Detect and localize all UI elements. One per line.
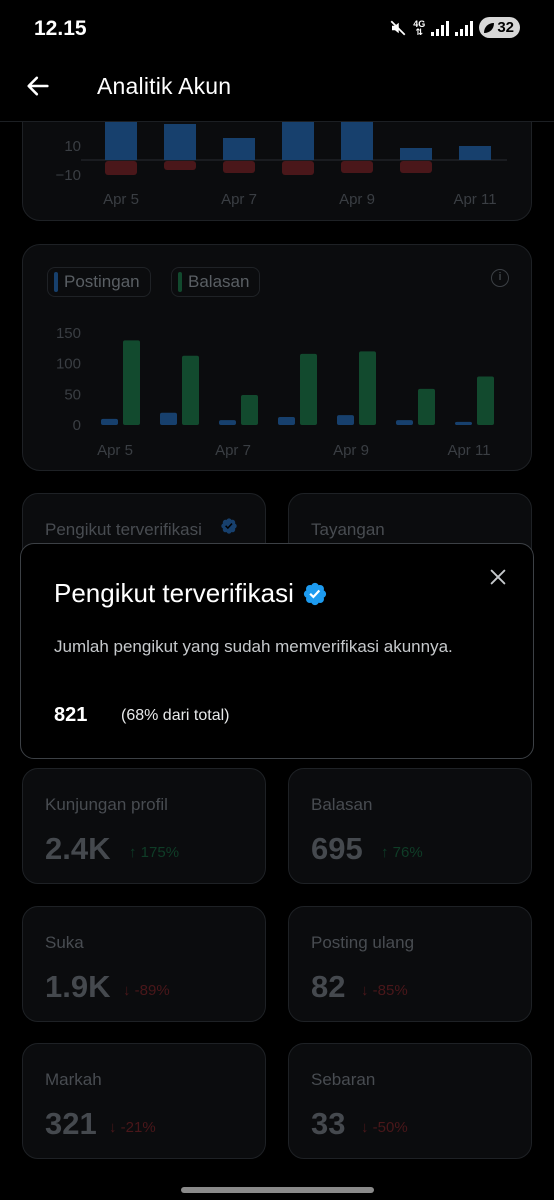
bar-posts bbox=[455, 421, 472, 425]
x-tick-apr11: Apr 11 bbox=[453, 191, 496, 208]
bar-posts bbox=[160, 412, 177, 425]
status-bar: 12.15 4G ⇅ 32 bbox=[0, 0, 554, 56]
x-tick-apr5: Apr 5 bbox=[103, 191, 139, 208]
y-tick-label: 50 bbox=[64, 386, 81, 403]
stat-change: ↑ 175% bbox=[129, 844, 180, 861]
stat-label: Sebaran bbox=[311, 1070, 376, 1089]
x-tick-label: Apr 11 bbox=[447, 442, 490, 459]
signal-icon-2 bbox=[455, 20, 474, 36]
signal-icon-1 bbox=[431, 20, 450, 36]
bar-gain bbox=[459, 146, 491, 160]
stat-value: 33 bbox=[311, 1106, 346, 1141]
popup-title: Pengikut terverifikasi bbox=[54, 578, 328, 609]
leaf-icon bbox=[484, 22, 495, 33]
bar-loss bbox=[400, 161, 432, 173]
bar-replies bbox=[241, 394, 258, 425]
stat-label: Pengikut terverifikasi bbox=[45, 520, 202, 539]
bar-loss bbox=[282, 161, 314, 175]
x-tick-label: Apr 7 bbox=[215, 442, 251, 459]
stat-value: 695 bbox=[311, 831, 363, 866]
stat-change: ↓ -85% bbox=[361, 982, 408, 999]
stat-shares[interactable]: Sebaran 33 ↓ -50% bbox=[288, 1043, 532, 1159]
stat-value: 2.4K bbox=[45, 831, 111, 866]
verified-followers-popup: Pengikut terverifikasi Jumlah pengikut y… bbox=[20, 543, 534, 759]
y-tick-label: 100 bbox=[56, 356, 81, 373]
network-type: 4G ⇅ bbox=[413, 18, 426, 37]
popup-percent: (68% dari total) bbox=[121, 707, 230, 724]
bar-replies bbox=[359, 351, 376, 425]
stat-label: Posting ulang bbox=[311, 933, 415, 952]
bar-posts bbox=[101, 418, 118, 425]
x-tick-label: Apr 5 bbox=[97, 442, 133, 459]
status-time: 12.15 bbox=[34, 17, 87, 40]
stat-label: Balasan bbox=[311, 795, 373, 814]
posts-replies-svg: 150 100 50 0 Apr 5 Apr 7 Apr 9 Apr 11 bbox=[56, 325, 494, 459]
stat-label: Markah bbox=[45, 1070, 102, 1089]
popup-description: Jumlah pengikut yang sudah memverifikasi… bbox=[54, 637, 453, 656]
y-tick-label: 0 bbox=[73, 417, 81, 434]
x-tick-label: Apr 9 bbox=[333, 442, 369, 459]
stat-change: ↓ -50% bbox=[361, 1119, 408, 1136]
bar-loss bbox=[223, 161, 255, 173]
stat-change: ↓ -89% bbox=[123, 982, 170, 999]
popup-title-text: Pengikut terverifikasi bbox=[54, 578, 294, 608]
x-tick-apr9: Apr 9 bbox=[339, 191, 375, 208]
bar-replies bbox=[418, 388, 435, 425]
stat-replies[interactable]: Balasan 695 ↑ 76% bbox=[288, 768, 532, 884]
stat-change: ↑ 76% bbox=[381, 844, 423, 861]
back-arrow-icon[interactable] bbox=[24, 72, 52, 100]
stat-profile-visits[interactable]: Kunjungan profil 2.4K ↑ 175% bbox=[22, 768, 266, 884]
bar-gain bbox=[282, 120, 314, 160]
y-tick-label: 150 bbox=[56, 325, 81, 342]
bar-replies bbox=[182, 355, 199, 425]
stat-label: Suka bbox=[45, 933, 84, 952]
app-header: Analitik Akun bbox=[0, 56, 554, 122]
x-tick-apr7: Apr 7 bbox=[221, 191, 257, 208]
battery-level: 32 bbox=[497, 19, 514, 36]
battery-icon: 32 bbox=[479, 17, 520, 38]
stat-reposts[interactable]: Posting ulang 82 ↓ -85% bbox=[288, 906, 532, 1022]
bar-posts bbox=[337, 415, 354, 425]
posts-replies-chart: Postingan Balasan i 150 100 50 0 Apr 5 Apr 7… bbox=[22, 244, 532, 471]
bar-posts bbox=[278, 417, 295, 425]
bar-gain bbox=[223, 138, 255, 160]
bar-gain bbox=[341, 120, 373, 160]
close-icon[interactable] bbox=[487, 566, 509, 588]
stat-value: 82 bbox=[311, 969, 346, 1004]
y-tick-neg10: −10 bbox=[56, 167, 81, 184]
bar-loss bbox=[341, 161, 373, 173]
bar-replies bbox=[300, 353, 317, 425]
page-title: Analitik Akun bbox=[97, 73, 232, 99]
stat-change: ↓ -21% bbox=[109, 1119, 156, 1136]
bar-posts bbox=[396, 420, 413, 425]
status-icons: 4G ⇅ 32 bbox=[389, 17, 520, 38]
bar-posts bbox=[219, 420, 236, 425]
bar-gain bbox=[400, 148, 432, 160]
stat-value: 1.9K bbox=[45, 969, 111, 1004]
bar-replies bbox=[123, 340, 140, 425]
stat-likes[interactable]: Suka 1.9K ↓ -89% bbox=[22, 906, 266, 1022]
stat-bookmarks[interactable]: Markah 321 ↓ -21% bbox=[22, 1043, 266, 1159]
stat-label: Kunjungan profil bbox=[45, 795, 168, 814]
bar-replies bbox=[477, 376, 494, 425]
mute-icon bbox=[390, 20, 406, 35]
stat-label: Tayangan bbox=[311, 520, 385, 539]
bar-loss bbox=[164, 161, 196, 170]
verified-badge-icon bbox=[303, 582, 326, 605]
verified-badge-icon bbox=[221, 518, 237, 534]
bar-gain bbox=[164, 124, 196, 160]
home-indicator[interactable] bbox=[181, 1187, 374, 1193]
bar-gain bbox=[105, 120, 137, 160]
bar-loss bbox=[105, 161, 137, 175]
stat-value: 321 bbox=[45, 1106, 97, 1141]
y-tick-10: 10 bbox=[64, 138, 81, 155]
popup-count: 821 bbox=[54, 704, 88, 726]
